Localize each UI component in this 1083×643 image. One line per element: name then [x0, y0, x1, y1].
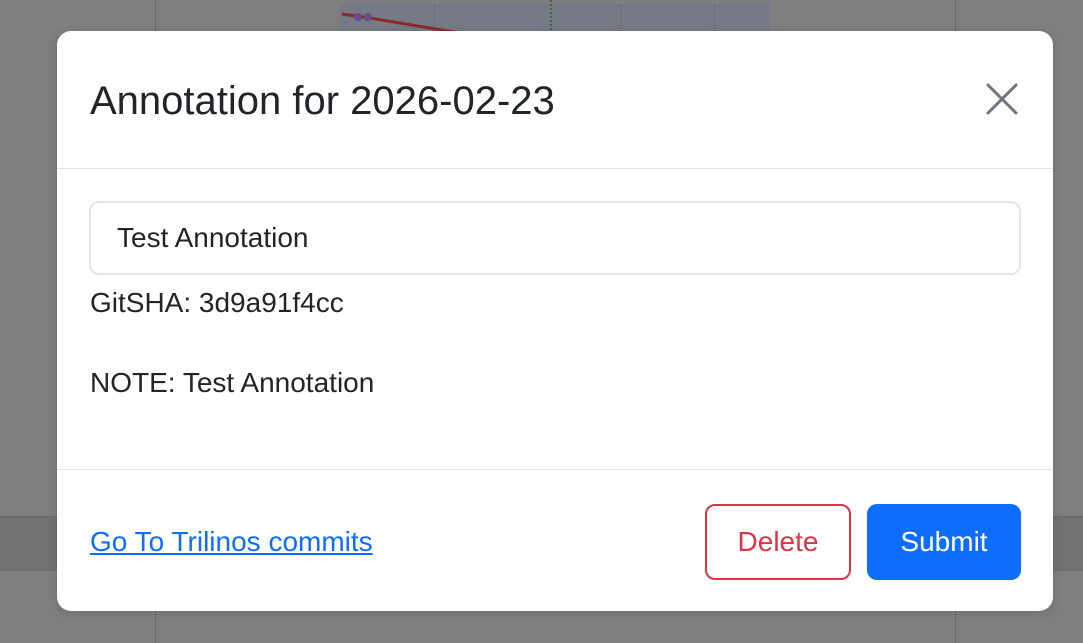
close-icon	[986, 83, 1018, 115]
modal-body: GitSHA: 3d9a91f4cc NOTE: Test Annotation	[57, 169, 1053, 469]
delete-button[interactable]: Delete	[705, 504, 851, 580]
annotation-input[interactable]	[89, 201, 1021, 275]
modal-header: Annotation for 2026-02-23	[57, 31, 1053, 169]
annotation-modal: Annotation for 2026-02-23 GitSHA: 3d9a91…	[57, 31, 1053, 611]
background-gridline	[714, 4, 715, 34]
background-gridline	[620, 4, 621, 34]
modal-footer: Go To Trilinos commits Delete Submit	[57, 469, 1053, 612]
trilinos-commits-link[interactable]: Go To Trilinos commits	[90, 522, 373, 562]
note-text: NOTE: Test Annotation	[90, 367, 375, 398]
close-button[interactable]	[982, 79, 1022, 119]
submit-button[interactable]: Submit	[867, 504, 1021, 580]
modal-title: Annotation for 2026-02-23	[90, 79, 555, 123]
gitsha-text: GitSHA: 3d9a91f4cc	[90, 287, 344, 318]
background-annotation-marker	[550, 0, 552, 34]
